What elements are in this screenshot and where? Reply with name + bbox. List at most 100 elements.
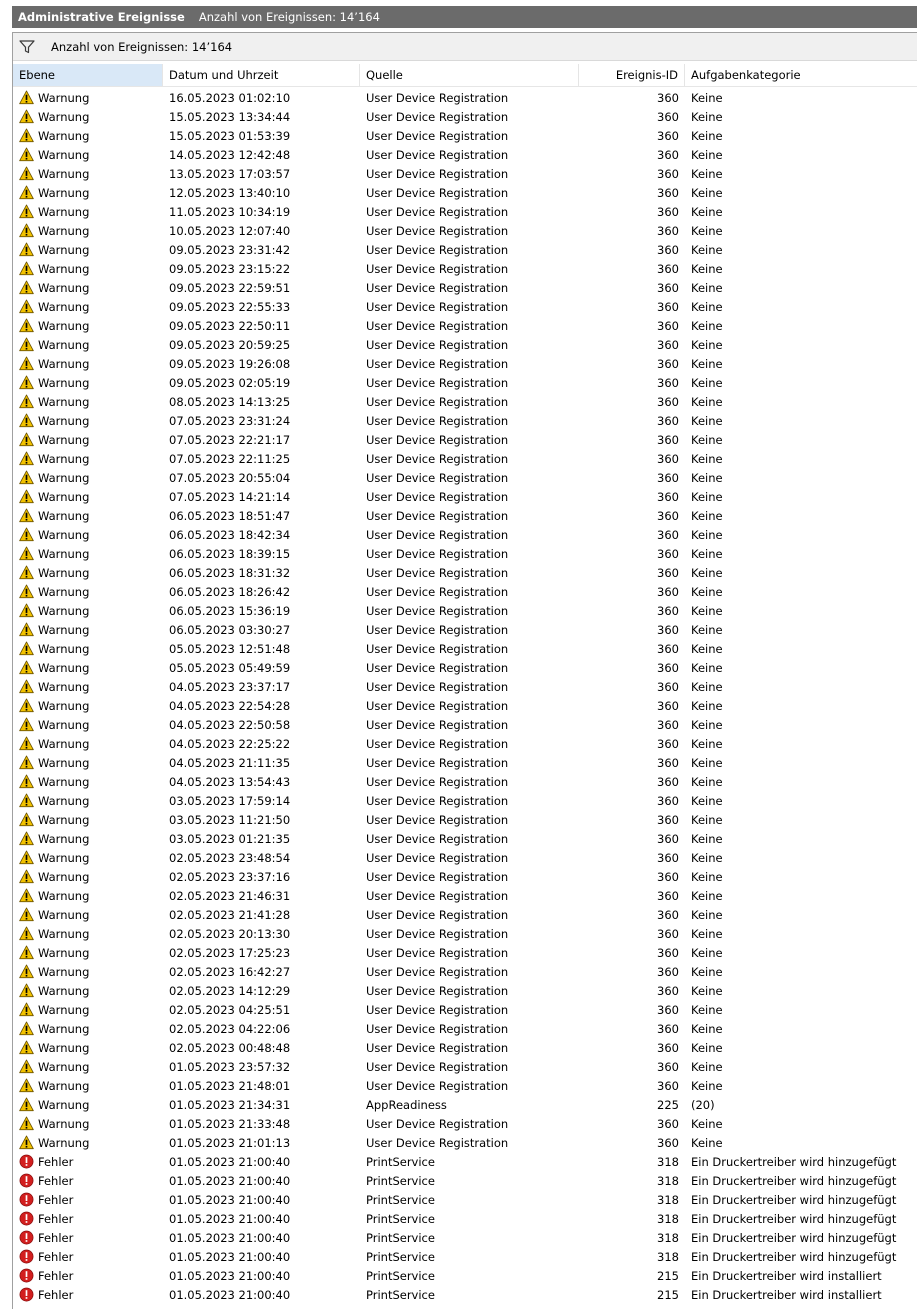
column-header-event-id[interactable]: Ereignis-ID: [579, 64, 685, 86]
event-row[interactable]: Warnung 06.05.2023 18:42:34 User Device Re…: [13, 525, 917, 544]
event-row[interactable]: Warnung 02.05.2023 20:13:30 User Device Re…: [13, 924, 917, 943]
event-row[interactable]: Warnung 01.05.2023 21:48:01 User Device Re…: [13, 1076, 917, 1095]
event-row[interactable]: Warnung 09.05.2023 19:26:08 User Device Re…: [13, 354, 917, 373]
event-row[interactable]: Warnung 07.05.2023 20:55:04 User Device Re…: [13, 468, 917, 487]
event-level: Warnung: [38, 1135, 90, 1150]
event-level-cell: Warnung: [13, 451, 163, 466]
event-row[interactable]: Warnung 04.05.2023 22:50:58 User Device Re…: [13, 715, 917, 734]
event-row[interactable]: Warnung 09.05.2023 23:15:22 User Device Re…: [13, 259, 917, 278]
event-level: Warnung: [38, 584, 90, 599]
event-level: Warnung: [38, 90, 90, 105]
filter-icon[interactable]: [19, 39, 35, 54]
event-row[interactable]: Warnung 04.05.2023 22:25:22 User Device Re…: [13, 734, 917, 753]
column-header-date[interactable]: Datum und Uhrzeit: [163, 64, 360, 86]
event-row[interactable]: Warnung 09.05.2023 20:59:25 User Device Re…: [13, 335, 917, 354]
event-row[interactable]: Warnung 04.05.2023 21:11:35 User Device Re…: [13, 753, 917, 772]
event-row[interactable]: Warnung 03.05.2023 11:21:50 User Device Re…: [13, 810, 917, 829]
event-row[interactable]: Warnung 06.05.2023 18:39:15 User Device Re…: [13, 544, 917, 563]
event-row[interactable]: Warnung 02.05.2023 16:42:27 User Device Re…: [13, 962, 917, 981]
event-id: 360: [657, 736, 679, 751]
event-row[interactable]: Warnung 09.05.2023 22:55:33 User Device Re…: [13, 297, 917, 316]
event-source: User Device Registration: [366, 223, 509, 238]
event-source: User Device Registration: [366, 584, 509, 599]
event-row[interactable]: Warnung 02.05.2023 21:46:31 User Device Re…: [13, 886, 917, 905]
event-row[interactable]: Warnung 07.05.2023 14:21:14 User Device Re…: [13, 487, 917, 506]
event-id: 360: [657, 1040, 679, 1055]
event-id: 360: [657, 223, 679, 238]
event-row[interactable]: Warnung 07.05.2023 23:31:24 User Device Re…: [13, 411, 917, 430]
event-row[interactable]: Warnung 12.05.2023 13:40:10 User Device Re…: [13, 183, 917, 202]
event-row[interactable]: Fehler 01.05.2023 21:00:40 PrintService 318…: [13, 1209, 917, 1228]
event-row[interactable]: Warnung 04.05.2023 23:37:17 User Device Re…: [13, 677, 917, 696]
event-row[interactable]: Fehler 01.05.2023 21:00:40 PrintService 318…: [13, 1152, 917, 1171]
event-row[interactable]: Fehler 01.05.2023 21:00:40 PrintService 215…: [13, 1285, 917, 1304]
event-row[interactable]: Warnung 06.05.2023 03:30:27 User Device Re…: [13, 620, 917, 639]
event-row[interactable]: Warnung 06.05.2023 18:31:32 User Device Re…: [13, 563, 917, 582]
event-level: Warnung: [38, 356, 90, 371]
event-row[interactable]: Warnung 08.05.2023 14:13:25 User Device Re…: [13, 392, 917, 411]
event-row[interactable]: Warnung 15.05.2023 13:34:44 User Device Re…: [13, 107, 917, 126]
event-row[interactable]: Warnung 02.05.2023 14:12:29 User Device Re…: [13, 981, 917, 1000]
event-row[interactable]: Warnung 09.05.2023 22:50:11 User Device Re…: [13, 316, 917, 335]
event-source: User Device Registration: [366, 679, 509, 694]
event-row[interactable]: Warnung 02.05.2023 04:25:51 User Device Re…: [13, 1000, 917, 1019]
event-source: PrintService: [366, 1249, 435, 1264]
event-row[interactable]: Warnung 15.05.2023 01:53:39 User Device Re…: [13, 126, 917, 145]
event-row[interactable]: Warnung 01.05.2023 21:33:48 User Device Re…: [13, 1114, 917, 1133]
event-row[interactable]: Warnung 07.05.2023 22:11:25 User Device Re…: [13, 449, 917, 468]
event-row[interactable]: Fehler 01.05.2023 21:00:40 PrintService 318…: [13, 1171, 917, 1190]
event-source: PrintService: [366, 1287, 435, 1302]
event-level: Warnung: [38, 869, 90, 884]
event-level: Warnung: [38, 223, 90, 238]
event-row[interactable]: Warnung 01.05.2023 23:57:32 User Device Re…: [13, 1057, 917, 1076]
event-row[interactable]: Warnung 02.05.2023 00:48:48 User Device Re…: [13, 1038, 917, 1057]
event-date: 01.05.2023 21:00:40: [169, 1249, 291, 1264]
event-row[interactable]: Warnung 05.05.2023 12:51:48 User Device Re…: [13, 639, 917, 658]
event-row[interactable]: Fehler 01.05.2023 21:00:40 PrintService 318…: [13, 1247, 917, 1266]
event-row[interactable]: Warnung 09.05.2023 02:05:19 User Device Re…: [13, 373, 917, 392]
event-row[interactable]: Warnung 02.05.2023 23:48:54 User Device Re…: [13, 848, 917, 867]
event-row[interactable]: Warnung 01.05.2023 21:01:13 User Device Re…: [13, 1133, 917, 1152]
event-row[interactable]: Warnung 09.05.2023 23:31:42 User Device Re…: [13, 240, 917, 259]
event-level-cell: Fehler: [13, 1249, 163, 1264]
event-row[interactable]: Warnung 02.05.2023 17:25:23 User Device Re…: [13, 943, 917, 962]
event-row[interactable]: Warnung 04.05.2023 22:54:28 User Device Re…: [13, 696, 917, 715]
event-row[interactable]: Warnung 06.05.2023 18:51:47 User Device Re…: [13, 506, 917, 525]
event-row[interactable]: Warnung 03.05.2023 01:21:35 User Device Re…: [13, 829, 917, 848]
event-rows: Warnung 16.05.2023 01:02:10 User Device Re…: [13, 88, 917, 1304]
warning-icon: [19, 907, 34, 922]
column-header-category[interactable]: Aufgabenkategorie: [685, 64, 917, 86]
event-row[interactable]: Fehler 01.05.2023 21:00:40 PrintService 215…: [13, 1266, 917, 1285]
event-row[interactable]: Warnung 11.05.2023 10:34:19 User Device Re…: [13, 202, 917, 221]
event-row[interactable]: Fehler 01.05.2023 21:00:40 PrintService 318…: [13, 1228, 917, 1247]
event-row[interactable]: Warnung 02.05.2023 04:22:06 User Device Re…: [13, 1019, 917, 1038]
event-source: User Device Registration: [366, 983, 509, 998]
event-row[interactable]: Warnung 13.05.2023 17:03:57 User Device Re…: [13, 164, 917, 183]
event-row[interactable]: Fehler 01.05.2023 21:00:40 PrintService 318…: [13, 1190, 917, 1209]
event-row[interactable]: Warnung 14.05.2023 12:42:48 User Device Re…: [13, 145, 917, 164]
event-date: 04.05.2023 22:50:58: [169, 717, 291, 732]
event-row[interactable]: Warnung 02.05.2023 21:41:28 User Device Re…: [13, 905, 917, 924]
event-id: 360: [657, 432, 679, 447]
event-row[interactable]: Warnung 09.05.2023 22:59:51 User Device Re…: [13, 278, 917, 297]
error-icon: [19, 1211, 34, 1226]
event-row[interactable]: Warnung 05.05.2023 05:49:59 User Device Re…: [13, 658, 917, 677]
event-row[interactable]: Warnung 16.05.2023 01:02:10 User Device Re…: [13, 88, 917, 107]
event-id: 360: [657, 584, 679, 599]
event-row[interactable]: Warnung 06.05.2023 15:36:19 User Device Re…: [13, 601, 917, 620]
event-row[interactable]: Warnung 01.05.2023 21:34:31 AppReadiness 22…: [13, 1095, 917, 1114]
column-header-level[interactable]: Ebene: [13, 64, 163, 86]
event-row[interactable]: Warnung 04.05.2023 13:54:43 User Device Re…: [13, 772, 917, 791]
event-id: 360: [657, 945, 679, 960]
event-row[interactable]: Warnung 07.05.2023 22:21:17 User Device Re…: [13, 430, 917, 449]
event-row[interactable]: Warnung 10.05.2023 12:07:40 User Device Re…: [13, 221, 917, 240]
event-category: Keine: [691, 318, 723, 333]
warning-icon: [19, 546, 34, 561]
event-row[interactable]: Warnung 03.05.2023 17:59:14 User Device Re…: [13, 791, 917, 810]
event-category: Keine: [691, 508, 723, 523]
event-row[interactable]: Warnung 02.05.2023 23:37:16 User Device Re…: [13, 867, 917, 886]
column-header-source[interactable]: Quelle: [360, 64, 579, 86]
warning-icon: [19, 755, 34, 770]
event-row[interactable]: Warnung 06.05.2023 18:26:42 User Device Re…: [13, 582, 917, 601]
warning-icon: [19, 261, 34, 276]
